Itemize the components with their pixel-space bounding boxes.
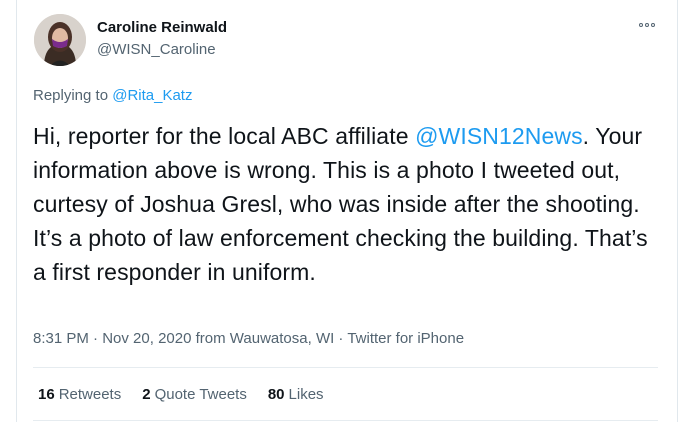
tweet-text-start: Hi, reporter for the local ABC affiliate [33,123,416,149]
retweets-stat[interactable]: 16 Retweets [38,386,121,403]
quote-tweets-label: Quote Tweets [154,386,247,403]
likes-count: 80 [267,386,285,403]
quote-tweets-stat[interactable]: 2 Quote Tweets [142,386,247,403]
likes-stat[interactable]: 80 Likes [268,386,324,403]
dot [651,23,655,27]
dot [639,23,643,27]
likes-label: Likes [288,386,324,403]
tweet-source[interactable]: Twitter for iPhone [347,330,464,347]
engagement-stats: 16 Retweets 2 Quote Tweets 80 Likes [38,386,324,403]
divider [33,420,658,421]
tweet-time[interactable]: 8:31 PM [33,330,89,347]
avatar[interactable] [34,14,86,66]
replying-to: Replying to @Rita_Katz [33,87,192,104]
tweet-text: Hi, reporter for the local ABC affiliate… [33,119,653,289]
tweet-date[interactable]: Nov 20, 2020 [102,330,191,347]
retweets-count: 16 [38,386,55,403]
retweets-label: Retweets [58,386,122,403]
author-name[interactable]: Caroline Reinwald [97,19,227,36]
replying-to-label: Replying to [33,87,113,104]
reply-mention-link[interactable]: @Rita_Katz [112,87,192,104]
profile-photo [34,14,86,66]
dot [645,23,649,27]
author-handle[interactable]: @WISN_Caroline [97,41,216,58]
divider [33,367,658,368]
quote-tweets-count: 2 [142,386,151,403]
tweet-metadata: 8:31 PM · Nov 20, 2020 from Wauwatosa, W… [33,330,465,347]
more-options-icon[interactable] [636,16,658,34]
tweet-location[interactable]: from Wauwatosa, WI [196,330,335,347]
tweet-mention-link[interactable]: @WISN12News [415,123,583,149]
